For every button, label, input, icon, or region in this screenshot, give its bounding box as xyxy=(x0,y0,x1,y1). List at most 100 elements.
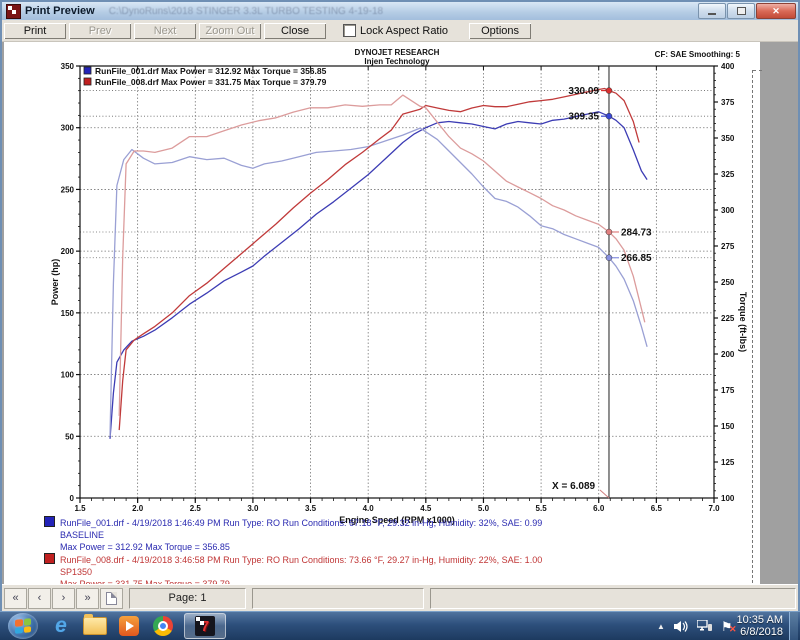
prev-page-button[interactable]: ‹ xyxy=(28,588,51,609)
cursor-value-dot xyxy=(606,255,612,261)
power-tick-label: 300 xyxy=(61,124,75,133)
power-tick-label: 350 xyxy=(61,62,75,71)
hidden-icons-button[interactable]: ▲ xyxy=(657,622,665,631)
windows-logo-icon xyxy=(15,618,31,634)
restore-icon xyxy=(737,7,746,15)
torque-tick-label: 125 xyxy=(721,458,735,467)
run-info-max: Max Power = 331.75 Max Torque = 379.79 xyxy=(60,578,542,584)
run-info-sp1350: RunFile_008.drf - 4/19/2018 3:46:58 PM R… xyxy=(44,553,542,584)
clock-time: 10:35 AM xyxy=(737,614,783,626)
toolbar: Print Prev Next Zoom Out Close Lock Aspe… xyxy=(2,20,798,42)
run-info-max: Max Power = 312.92 Max Torque = 356.85 xyxy=(60,541,542,553)
torque-tick-label: 100 xyxy=(721,494,735,503)
power_runfile_008-curve xyxy=(119,89,639,431)
legend-entry: RunFile_001.drf Max Power = 312.92 Max T… xyxy=(95,66,327,76)
dynojet-winpep-icon: 7 xyxy=(195,616,215,636)
status-bar: « ‹ › » Page: 1 xyxy=(2,584,798,611)
first-page-button[interactable]: « xyxy=(4,588,27,609)
taskbar: e 7 ▲ ⚑✕ 10:35 AM 6/8/2018 xyxy=(0,611,800,640)
minimize-button[interactable] xyxy=(698,3,726,19)
page-indicator: Page: 1 xyxy=(129,588,246,609)
torque-tick-label: 225 xyxy=(721,314,735,323)
run-info-line: RunFile_001.drf - 4/19/2018 1:46:49 PM R… xyxy=(60,518,542,528)
titlebar[interactable]: Print Preview C:\DynoRuns\2018 STINGER 3… xyxy=(2,2,798,20)
power_runfile_001-curve xyxy=(110,112,647,439)
taskbar-item-file-explorer[interactable] xyxy=(78,613,112,639)
window-title: Print Preview xyxy=(25,5,95,17)
page-icon xyxy=(106,592,117,605)
preview-area: DYNOJET RESEARCH Injen Technology CF: SA… xyxy=(2,42,798,584)
power-tick-label: 50 xyxy=(65,432,74,441)
taskbar-item-dynojet-winpep-active[interactable]: 7 xyxy=(184,613,226,639)
cursor-value-dot xyxy=(606,88,612,94)
internet-explorer-icon: e xyxy=(55,616,67,636)
cursor-value-dot xyxy=(606,113,612,119)
torque_runfile_001-curve xyxy=(110,128,647,436)
run-info-baseline: RunFile_001.drf - 4/19/2018 1:46:49 PM R… xyxy=(44,516,542,553)
zoom-out-button[interactable]: Zoom Out xyxy=(199,23,261,39)
window-controls: ✕ xyxy=(698,3,796,19)
page-setup-button[interactable] xyxy=(100,588,123,609)
close-icon: ✕ xyxy=(772,6,780,17)
power-axis-title: Power (hp) xyxy=(50,259,60,306)
next-page-button[interactable]: › xyxy=(52,588,75,609)
preview-page: DYNOJET RESEARCH Injen Technology CF: SA… xyxy=(4,42,760,584)
torque-tick-label: 325 xyxy=(721,170,735,179)
power-tick-label: 100 xyxy=(61,371,75,380)
x-tick-label: 3.0 xyxy=(247,504,259,513)
network-icon[interactable] xyxy=(697,620,712,633)
run-color-swatch xyxy=(44,516,55,527)
power-tick-label: 250 xyxy=(61,185,75,194)
print-margin-line xyxy=(752,70,753,584)
taskbar-item-chrome[interactable] xyxy=(146,613,180,639)
next-button[interactable]: Next xyxy=(134,23,196,39)
chrome-icon xyxy=(153,616,173,636)
legend-entry: RunFile_008.drf Max Power = 331.75 Max T… xyxy=(95,77,327,87)
print-button[interactable]: Print xyxy=(4,23,66,39)
cursor-value-label: 266.85 xyxy=(621,253,652,264)
cursor-x-leader xyxy=(600,490,609,498)
torque-tick-label: 300 xyxy=(721,206,735,215)
legend-swatch xyxy=(84,78,91,85)
last-page-button[interactable]: » xyxy=(76,588,99,609)
x-tick-label: 2.5 xyxy=(190,504,202,513)
run-info-name: BASELINE xyxy=(60,529,542,541)
dynojet-app-icon xyxy=(6,4,21,19)
x-tick-label: 6.5 xyxy=(651,504,663,513)
x-tick-label: 1.5 xyxy=(74,504,86,513)
torque-tick-label: 150 xyxy=(721,422,735,431)
cursor-value-label: 309.35 xyxy=(568,112,599,123)
power-tick-label: 200 xyxy=(61,247,75,256)
lock-aspect-ratio-checkbox[interactable] xyxy=(343,24,356,37)
dyno-chart: 1.52.02.53.03.54.04.55.05.56.06.57.00501… xyxy=(4,42,760,584)
torque-tick-label: 350 xyxy=(721,134,735,143)
run-info-line: RunFile_008.drf - 4/19/2018 3:46:58 PM R… xyxy=(60,555,542,565)
background-window-title: C:\DynoRuns\2018 STINGER 3.3L TURBO TEST… xyxy=(109,6,698,17)
action-center-icon[interactable]: ⚑✕ xyxy=(721,620,733,633)
start-button[interactable] xyxy=(8,613,38,639)
taskbar-item-media-player[interactable] xyxy=(112,613,146,639)
close-button[interactable]: Close xyxy=(264,23,326,39)
x-tick-label: 2.0 xyxy=(132,504,144,513)
run-color-swatch xyxy=(44,553,55,564)
taskbar-clock[interactable]: 10:35 AM 6/8/2018 xyxy=(737,614,783,638)
run-info-name: SP1350 xyxy=(60,566,542,578)
legend-swatch xyxy=(84,67,91,74)
torque-tick-label: 400 xyxy=(721,62,735,71)
options-button[interactable]: Options xyxy=(469,23,531,39)
status-section xyxy=(430,588,796,609)
prev-button[interactable]: Prev xyxy=(69,23,131,39)
x-tick-label: 6.0 xyxy=(593,504,605,513)
restore-button[interactable] xyxy=(727,3,755,19)
clock-date: 6/8/2018 xyxy=(737,626,783,638)
close-window-button[interactable]: ✕ xyxy=(756,3,796,19)
desktop: Print Preview C:\DynoRuns\2018 STINGER 3… xyxy=(0,0,800,640)
cursor-value-label: 330.09 xyxy=(568,86,599,97)
x-tick-label: 7.0 xyxy=(708,504,720,513)
taskbar-item-internet-explorer[interactable]: e xyxy=(44,613,78,639)
x-tick-label: 3.5 xyxy=(305,504,317,513)
show-desktop-button[interactable] xyxy=(789,612,798,640)
status-section xyxy=(252,588,424,609)
minimize-icon xyxy=(708,13,716,15)
volume-icon[interactable] xyxy=(674,620,688,633)
